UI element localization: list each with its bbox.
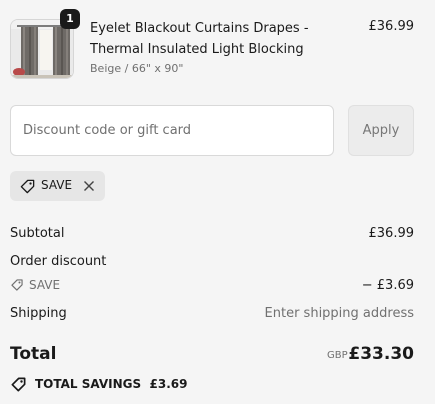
product-variant: Beige / 66" x 90"	[90, 62, 184, 75]
subtotal-value: £36.99	[368, 226, 415, 241]
order-discount-code: SAVE	[29, 278, 61, 292]
total-label: Total	[10, 344, 57, 364]
applied-discount-chip: SAVE	[10, 171, 105, 201]
total-value: £33.30	[348, 344, 414, 364]
discount-code-input[interactable]	[10, 105, 334, 156]
total-savings: TOTAL SAVINGS £3.69	[35, 377, 188, 391]
apply-button[interactable]: Apply	[348, 105, 414, 156]
product-price: £36.99	[368, 19, 415, 34]
quantity-badge: 1	[60, 9, 80, 29]
product-title: Eyelet Blackout Curtains Drapes - Therma…	[90, 21, 309, 57]
product-thumbnail-wrapper: 1	[10, 9, 80, 79]
savings-tag-icon	[11, 377, 26, 392]
line-item: 1 Eyelet Blackout Curtains Drapes - Ther…	[10, 9, 415, 81]
shipping-label: Shipping	[10, 306, 67, 321]
remove-discount-icon[interactable]	[82, 179, 96, 193]
order-discount-value: − £3.69	[361, 278, 414, 293]
total-currency: GBP	[327, 350, 348, 361]
subtotal-label: Subtotal	[10, 226, 65, 241]
discount-chip-label: SAVE	[41, 178, 73, 192]
order-discount-label: Order discount	[10, 254, 107, 269]
tag-icon	[20, 179, 35, 194]
tag-icon	[11, 279, 23, 291]
shipping-value: Enter shipping address	[264, 306, 414, 321]
